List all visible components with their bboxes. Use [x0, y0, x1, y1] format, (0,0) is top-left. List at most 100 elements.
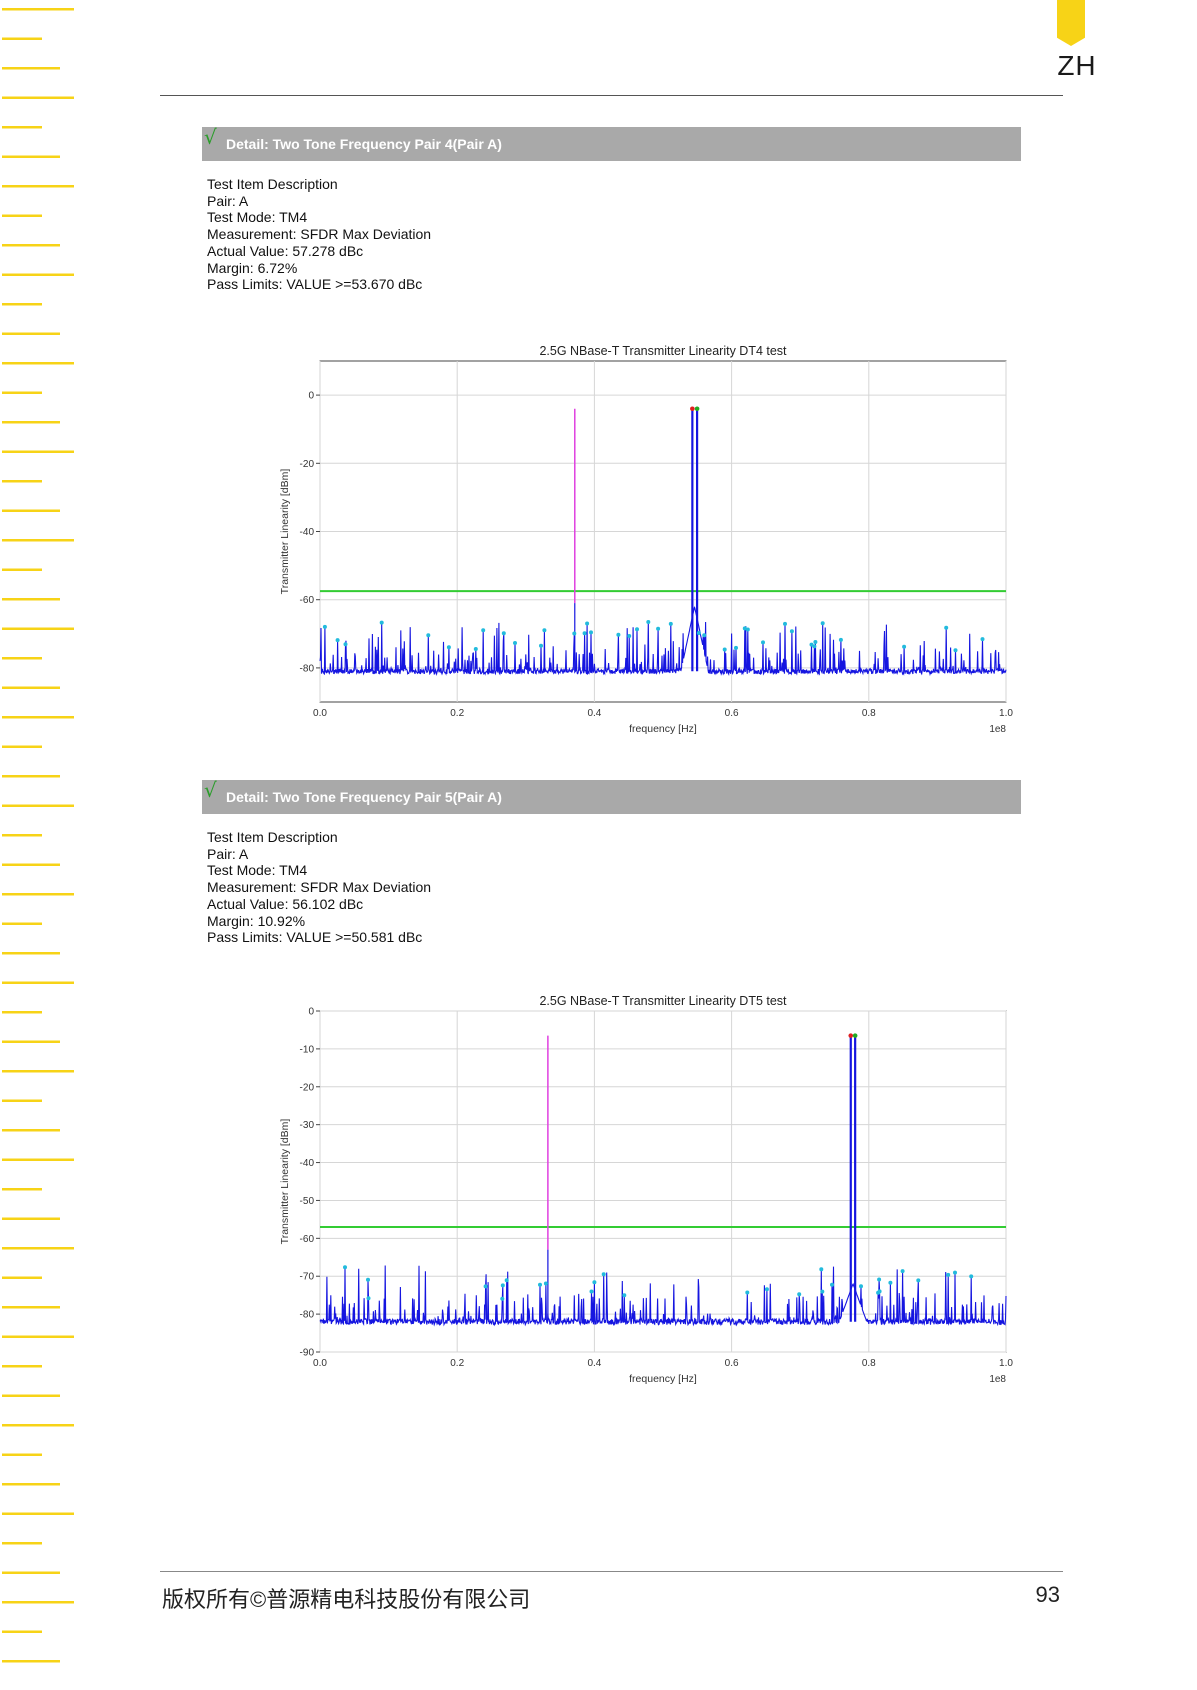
- stripe-line: [2, 893, 74, 896]
- stripe-line: [2, 775, 60, 778]
- spur-marker: [622, 1293, 627, 1298]
- spur-marker: [980, 637, 985, 642]
- spur-marker: [946, 1272, 951, 1277]
- x-scale-label: 1e8: [989, 1374, 1006, 1385]
- spur-marker: [900, 1269, 905, 1274]
- stripe-line: [2, 1040, 60, 1043]
- stripe-line: [2, 745, 42, 748]
- y-tick-label: -80: [300, 663, 315, 674]
- stripe-line: [2, 362, 74, 365]
- desc-line: Measurement: SFDR Max Deviation: [207, 879, 432, 896]
- stripe-line: [2, 1660, 60, 1663]
- section-header-pair5: √ Detail: Two Tone Frequency Pair 5(Pair…: [202, 778, 1021, 814]
- footer-divider: [160, 1571, 1063, 1572]
- stripe-line: [2, 539, 74, 542]
- spur-marker: [322, 624, 327, 629]
- x-tick-label: 1.0: [999, 1358, 1013, 1369]
- spur-marker: [797, 1292, 802, 1297]
- chart-linearity-dt5: 2.5G NBase-T Transmitter Linearity DT5 t…: [279, 994, 1013, 1385]
- spur-marker: [616, 632, 621, 637]
- section-title: Detail: Two Tone Frequency Pair 4(Pair A…: [226, 136, 502, 152]
- stripe-line: [2, 863, 60, 866]
- test-description-pair4: Test Item Description Pair: A Test Mode:…: [207, 176, 431, 293]
- spur-marker: [745, 1290, 750, 1295]
- x-tick-label: 0.0: [313, 1358, 327, 1369]
- spur-marker: [953, 648, 958, 653]
- y-axis-label: Transmitter Linearity [dBm]: [279, 1119, 291, 1245]
- x-tick-label: 0.4: [587, 1358, 601, 1369]
- pass-check-icon: √: [204, 125, 217, 149]
- spur-marker: [379, 620, 384, 625]
- x-axis-label: frequency [Hz]: [629, 1373, 697, 1385]
- y-tick-label: -20: [300, 459, 315, 470]
- stripe-line: [2, 1217, 60, 1220]
- y-tick-label: -70: [300, 1272, 315, 1283]
- section-header-pair4: √ Detail: Two Tone Frequency Pair 4(Pair…: [202, 125, 1021, 161]
- x-tick-label: 0.8: [862, 708, 876, 719]
- spur-marker: [722, 647, 727, 652]
- stripe-line: [2, 450, 74, 453]
- desc-line: Margin: 10.92%: [207, 912, 306, 929]
- spur-marker: [627, 634, 632, 638]
- desc-line: Actual Value: 57.278 dBc: [207, 242, 364, 259]
- stripe-line: [2, 96, 74, 99]
- spur-marker: [572, 631, 577, 636]
- spur-marker: [953, 1270, 957, 1275]
- stripe-line: [2, 1453, 42, 1456]
- spur-marker: [335, 638, 340, 643]
- chart-title: 2.5G NBase-T Transmitter Linearity DT4 t…: [539, 344, 787, 358]
- spur-marker: [473, 647, 478, 651]
- stripe-line: [2, 8, 74, 11]
- spur-marker: [668, 621, 673, 626]
- stripe-line: [2, 1158, 74, 1161]
- spur-marker: [501, 631, 506, 636]
- desc-line: Margin: 6.72%: [207, 259, 298, 276]
- spur-marker: [543, 1281, 548, 1286]
- desc-line: Test Mode: TM4: [207, 862, 308, 879]
- y-tick-label: -30: [300, 1120, 315, 1131]
- spur-marker: [582, 631, 587, 636]
- section-title: Detail: Two Tone Frequency Pair 5(Pair A…: [226, 789, 502, 805]
- stripe-line: [2, 1276, 42, 1279]
- y-tick-label: -80: [300, 1310, 315, 1321]
- spur-marker: [764, 1287, 769, 1292]
- stripe-line: [2, 1424, 74, 1427]
- spur-marker: [446, 645, 451, 650]
- stripe-line: [2, 1247, 74, 1250]
- y-tick-label: -90: [300, 1348, 315, 1359]
- brand-logo-icon: [1057, 0, 1085, 46]
- spur-marker: [859, 1284, 863, 1289]
- stripe-line: [2, 37, 42, 40]
- stripe-line: [2, 155, 60, 158]
- stripe-line: [2, 922, 42, 925]
- spur-marker: [539, 643, 543, 648]
- stripe-line: [2, 273, 74, 276]
- spur-marker: [483, 1284, 488, 1289]
- footer-copyright: 版权所有©普源精电科技股份有限公司: [162, 1587, 531, 1612]
- y-tick-label: -10: [300, 1044, 315, 1055]
- header-divider: [160, 95, 1063, 96]
- spur-marker: [585, 621, 590, 626]
- spur-marker: [366, 1296, 371, 1301]
- spur-marker: [542, 628, 547, 633]
- stripe-line: [2, 1394, 60, 1397]
- spur-marker: [789, 629, 794, 634]
- stripe-line: [2, 185, 74, 188]
- spur-marker: [601, 1272, 606, 1277]
- stripe-line: [2, 509, 60, 512]
- spur-marker: [481, 628, 486, 633]
- brand-logo-text: ZH: [1057, 50, 1097, 81]
- x-tick-label: 1.0: [999, 708, 1013, 719]
- spur-marker: [589, 1289, 594, 1294]
- spur-marker: [366, 1277, 370, 1282]
- stripe-line: [2, 1571, 60, 1574]
- pass-check-icon: √: [204, 778, 217, 802]
- chart-linearity-dt4: 2.5G NBase-T Transmitter Linearity DT4 t…: [279, 344, 1013, 735]
- stripe-line: [2, 391, 42, 394]
- tone-marker: [852, 1033, 858, 1038]
- spur-marker: [343, 642, 348, 647]
- desc-line: Test Mode: TM4: [207, 209, 308, 226]
- stripe-line: [2, 834, 42, 837]
- stripe-line: [2, 952, 60, 955]
- stripe-line: [2, 598, 60, 601]
